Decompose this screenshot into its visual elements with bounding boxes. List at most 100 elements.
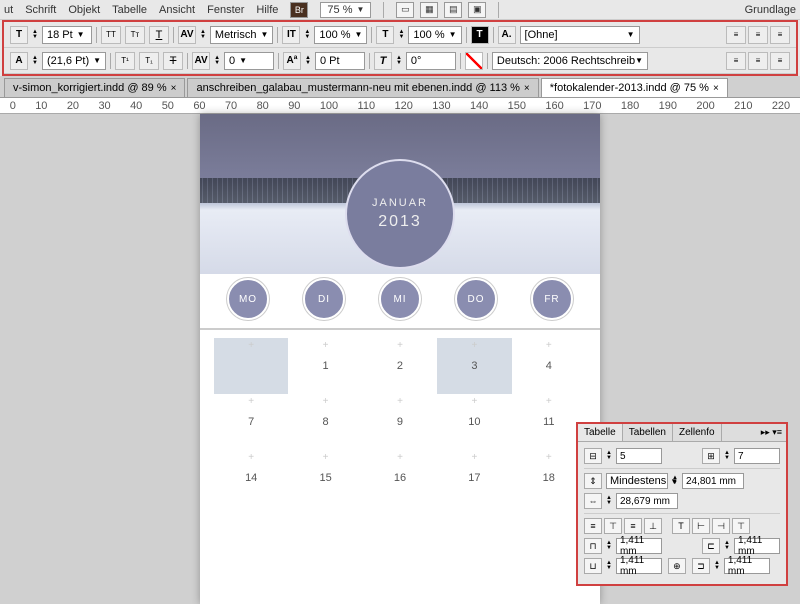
fill-icon[interactable]: T [471,26,489,44]
valign-top-icon[interactable]: ⊤ [604,518,622,534]
inset-left-input[interactable]: 1,411 mm [734,538,780,554]
weekday-row: MO DI MI DO FR [200,274,600,330]
workspace-name[interactable]: Grundlage [745,4,796,16]
rows-input[interactable]: 5 [616,448,662,464]
justify-left-button[interactable]: ≡ [726,52,746,70]
spinner[interactable]: ▲▼ [396,56,402,66]
canvas[interactable]: JANUAR 2013 MO DI MI DO FR + +1 +2 +3 +4… [0,114,800,604]
menu-layout[interactable]: ut [4,4,13,16]
bridge-icon[interactable]: Br [290,2,308,18]
spinner[interactable]: ▲▼ [724,541,730,551]
zoom-level[interactable]: 75 %▼ [320,2,371,18]
row-height-icon: ⇕ [584,473,602,489]
align-left-button[interactable]: ≡ [726,26,746,44]
baseline-input[interactable]: 0 Pt [315,52,365,70]
menu-fenster[interactable]: Fenster [207,4,244,16]
divider [460,53,461,69]
leading-input[interactable]: (21,6 Pt)▼ [42,52,106,70]
align-right-button[interactable]: ≡ [770,26,790,44]
cal-cell: +2 [363,338,437,394]
rows-icon: ⊟ [584,448,602,464]
language-input[interactable]: Deutsch: 2006 Rechtschreib▼ [492,52,648,70]
rotate-0-icon[interactable]: T [672,518,690,534]
skew-input[interactable]: 0° [406,52,456,70]
rotate-270-icon[interactable]: ⊤ [732,518,750,534]
cal-cell: +15 [288,450,362,506]
cal-cell: +8 [288,394,362,450]
view-normal-icon[interactable]: ▭ [396,2,414,18]
char-style-input[interactable]: [Ohne]▼ [520,26,640,44]
spinner[interactable]: ▲▼ [214,56,220,66]
panel-tab-tabelle[interactable]: Tabelle [578,424,623,441]
cal-cell: +10 [437,394,511,450]
tracking-input[interactable]: 0▼ [224,52,274,70]
rotate-90-icon[interactable]: ⊢ [692,518,710,534]
arrange-icon[interactable]: ▣ [468,2,486,18]
horizontal-ruler[interactable]: 0102030405060708090100110120130140150160… [0,98,800,114]
spinner[interactable]: ▲▼ [304,30,310,40]
kerning-input[interactable]: Metrisch▼ [210,26,273,44]
inset-right-input[interactable]: 1,411 mm [724,558,770,574]
spinner[interactable]: ▲▼ [606,561,612,571]
view-preview-icon[interactable]: ▦ [420,2,438,18]
panel-tab-zellen[interactable]: Zellenfo [673,424,722,441]
menu-ansicht[interactable]: Ansicht [159,4,195,16]
stroke-none-icon[interactable] [465,52,483,70]
panel-tab-tabellen[interactable]: Tabellen [623,424,673,441]
valign-bot-icon[interactable]: ⊥ [644,518,662,534]
row-height-input[interactable]: 24,801 mm [682,473,744,489]
panel-collapse-icon[interactable]: ▸▸ ▾≡ [757,424,786,441]
hscale-input[interactable]: 100 %▼ [408,26,461,44]
align-center-button[interactable]: ≡ [748,26,768,44]
spinner[interactable]: ▲▼ [606,541,612,551]
spinner[interactable]: ▲▼ [714,561,720,571]
spinner[interactable]: ▲▼ [32,30,38,40]
cal-cell: +3 [437,338,511,394]
cal-cell: +7 [214,394,288,450]
spinner[interactable]: ▲▼ [672,476,678,486]
close-icon[interactable]: × [524,83,530,94]
inset-top-input[interactable]: 1,411 mm [616,538,662,554]
inset-bottom-input[interactable]: 1,411 mm [616,558,662,574]
height-mode-input[interactable]: Mindestens▼ [606,473,668,489]
spinner[interactable]: ▲▼ [606,496,612,506]
inset-bottom-icon: ⊔ [584,558,602,574]
inset-right-icon: ⊐ [692,558,710,574]
spinner[interactable]: ▲▼ [305,56,311,66]
tab-doc-3[interactable]: *fotokalender-2013.indd @ 75 %× [541,78,728,97]
divider [277,27,278,43]
justify-center-button[interactable]: ≡ [748,52,768,70]
menu-objekt[interactable]: Objekt [68,4,100,16]
menu-tabelle[interactable]: Tabelle [112,4,147,16]
spinner[interactable]: ▲▼ [200,30,206,40]
divider [369,53,370,69]
document-page[interactable]: JANUAR 2013 MO DI MI DO FR + +1 +2 +3 +4… [200,114,600,604]
spinner[interactable]: ▲▼ [724,451,730,461]
link-insets-icon[interactable]: ⊕ [668,558,686,574]
font-size-input[interactable]: 18 Pt▼ [42,26,92,44]
menu-hilfe[interactable]: Hilfe [256,4,278,16]
spinner[interactable]: ▲▼ [398,30,404,40]
tab-doc-1[interactable]: v-simon_korrigiert.indd @ 89 %× [4,78,185,97]
divider [96,27,97,43]
justify-right-button[interactable]: ≡ [770,52,790,70]
vscale-input[interactable]: 100 %▼ [314,26,367,44]
close-icon[interactable]: × [713,83,719,94]
spinner[interactable]: ▲▼ [606,451,612,461]
underline-button[interactable]: T [149,26,169,44]
col-width-input[interactable]: 28,679 mm [616,493,678,509]
subscript-button[interactable]: T₁ [139,52,159,70]
close-icon[interactable]: × [171,83,177,94]
tab-doc-2[interactable]: anschreiben_galabau_mustermann-neu mit e… [187,78,538,97]
superscript-button[interactable]: T¹ [115,52,135,70]
menu-schrift[interactable]: Schrift [25,4,56,16]
all-caps-button[interactable]: TT [101,26,121,44]
spinner[interactable]: ▲▼ [32,56,38,66]
rotate-180-icon[interactable]: ⊣ [712,518,730,534]
strikethrough-button[interactable]: T [163,52,183,70]
cols-input[interactable]: 7 [734,448,780,464]
small-caps-button[interactable]: Tт [125,26,145,44]
view-bleed-icon[interactable]: ▤ [444,2,462,18]
text-dir-icon[interactable]: ≡ [584,518,602,534]
valign-mid-icon[interactable]: ≡ [624,518,642,534]
